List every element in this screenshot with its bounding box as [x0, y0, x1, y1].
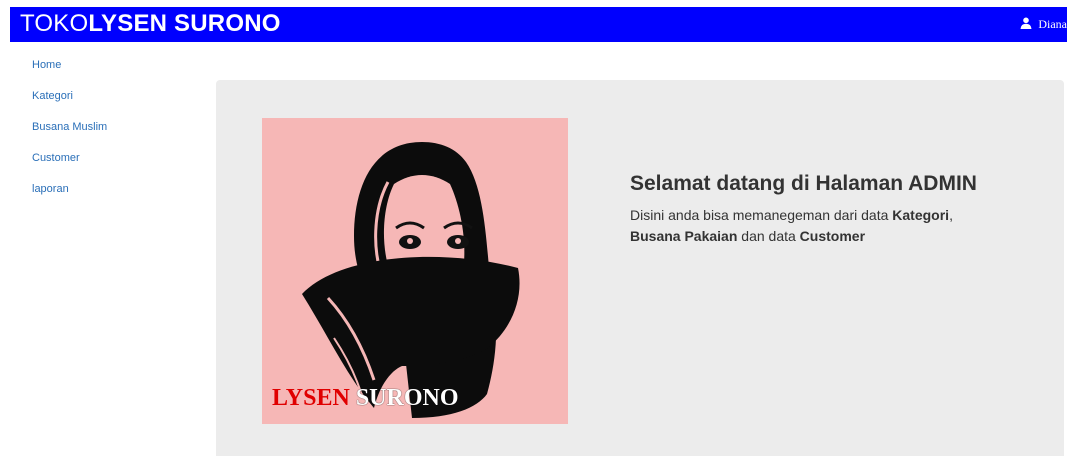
sidebar-item-laporan[interactable]: laporan: [32, 174, 107, 205]
welcome-text-part1: Disini anda bisa memanegeman dari data: [630, 207, 893, 223]
store-logo-image: LYSEN SURONO: [262, 118, 568, 424]
welcome-text: Disini anda bisa memanegeman dari data K…: [630, 205, 1050, 247]
brand-name: LYSEN SURONO: [88, 10, 281, 37]
user-menu[interactable]: Diana: [1020, 17, 1067, 32]
welcome-bold-customer: Customer: [799, 228, 866, 244]
sidebar-item-busana-muslim[interactable]: Busana Muslim: [32, 112, 107, 143]
welcome-title: Selamat datang di Halaman ADMIN: [630, 172, 977, 195]
welcome-bold-busana: Busana Pakaian: [630, 228, 738, 244]
welcome-bold-kategori: Kategori: [892, 207, 950, 223]
logo-text-part1: LYSEN: [272, 385, 350, 411]
hijab-illustration: [302, 142, 520, 418]
sidebar-item-kategori[interactable]: Kategori: [32, 81, 107, 112]
top-navbar: TOKOLYSEN SURONO Diana: [10, 7, 1067, 42]
brand-prefix: TOKO: [20, 10, 89, 37]
brand-title[interactable]: TOKOLYSEN SURONO: [20, 10, 281, 38]
sidebar-item-customer[interactable]: Customer: [32, 143, 107, 174]
logo-text-part2: SURONO: [355, 385, 459, 411]
welcome-message: Selamat datang di Halaman ADMIN Disini a…: [630, 172, 1050, 247]
sidebar-item-home[interactable]: Home: [32, 50, 107, 81]
sidebar: Home Kategori Busana Muslim Customer lap…: [32, 50, 107, 205]
welcome-text-part3: dan data: [737, 228, 800, 244]
logo-text: LYSEN SURONO: [272, 385, 459, 412]
user-name: Diana: [1038, 17, 1067, 31]
welcome-panel: LYSEN SURONO Selamat datang di Halaman A…: [216, 80, 1064, 456]
welcome-text-part2: ,: [949, 207, 953, 223]
user-icon: [1020, 17, 1032, 29]
